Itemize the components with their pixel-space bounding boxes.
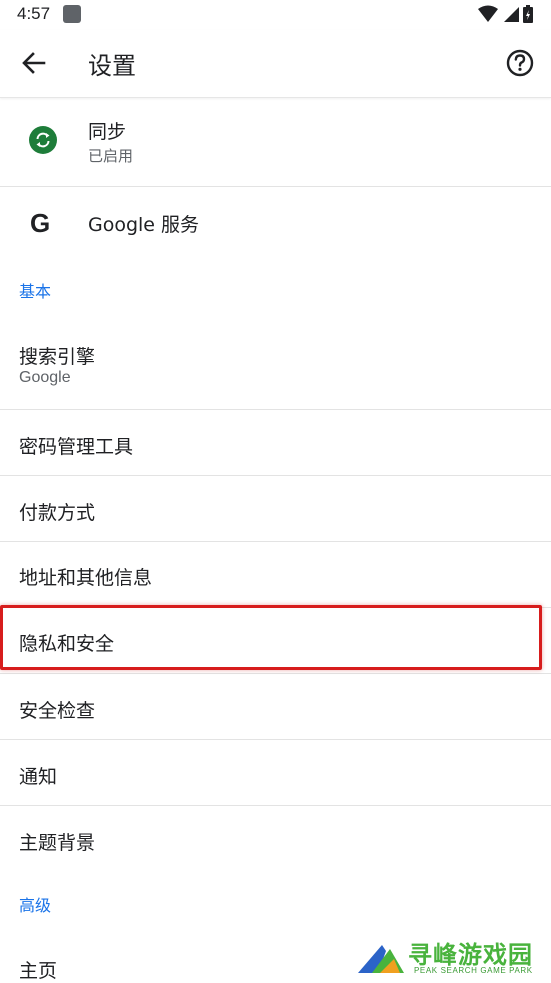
google-services-row[interactable]: G Google 服务 — [0, 187, 551, 257]
homepage-label: 主页 — [19, 960, 58, 982]
password-manager-row[interactable]: 密码管理工具 — [0, 410, 551, 476]
app-toolbar: 设置 — [0, 30, 551, 98]
search-engine-label: 搜索引擎 — [19, 346, 96, 368]
theme-label: 主题背景 — [19, 832, 96, 854]
notification-icon — [63, 5, 81, 23]
page-title: 设置 — [88, 52, 136, 80]
safety-check-label: 安全检查 — [19, 700, 96, 722]
notifications-row[interactable]: 通知 — [0, 740, 551, 806]
google-services-label: Google 服务 — [88, 214, 200, 236]
help-icon — [506, 49, 534, 77]
watermark-logo-icon — [358, 945, 404, 973]
notifications-label: 通知 — [19, 766, 58, 788]
watermark-title: 寻峰游戏园 — [408, 941, 533, 969]
password-manager-label: 密码管理工具 — [19, 436, 134, 458]
sync-label: 同步 — [88, 121, 127, 143]
battery-icon — [523, 5, 533, 23]
watermark: 寻峰游戏园 PEAK SEARCH GAME PARK — [356, 935, 548, 979]
payment-methods-label: 付款方式 — [19, 502, 96, 524]
privacy-security-row[interactable]: 隐私和安全 — [0, 608, 551, 674]
addresses-label: 地址和其他信息 — [19, 567, 153, 589]
sync-status: 已启用 — [88, 147, 134, 165]
addresses-row[interactable]: 地址和其他信息 — [0, 542, 551, 608]
status-icons — [478, 5, 533, 23]
search-engine-row[interactable]: 搜索引擎 Google — [0, 322, 551, 410]
section-header-basic: 基本 — [19, 282, 52, 301]
theme-row[interactable]: 主题背景 — [0, 806, 551, 872]
watermark-subtitle: PEAK SEARCH GAME PARK — [414, 966, 533, 975]
section-header-advanced: 高级 — [19, 896, 52, 915]
sync-icon — [29, 126, 57, 154]
safety-check-row[interactable]: 安全检查 — [0, 674, 551, 740]
status-bar: 4:57 — [0, 0, 551, 30]
privacy-security-label: 隐私和安全 — [19, 633, 115, 655]
status-time: 4:57 — [17, 4, 51, 23]
cell-signal-icon — [503, 7, 519, 22]
payment-methods-row[interactable]: 付款方式 — [0, 476, 551, 542]
search-engine-value: Google — [19, 369, 71, 386]
sync-row[interactable]: 同步 已启用 — [0, 98, 551, 187]
arrow-back-icon — [22, 52, 46, 74]
google-g-icon: G — [30, 208, 51, 238]
help-button[interactable] — [503, 46, 537, 80]
wifi-icon — [478, 5, 499, 22]
back-button[interactable] — [14, 43, 54, 83]
